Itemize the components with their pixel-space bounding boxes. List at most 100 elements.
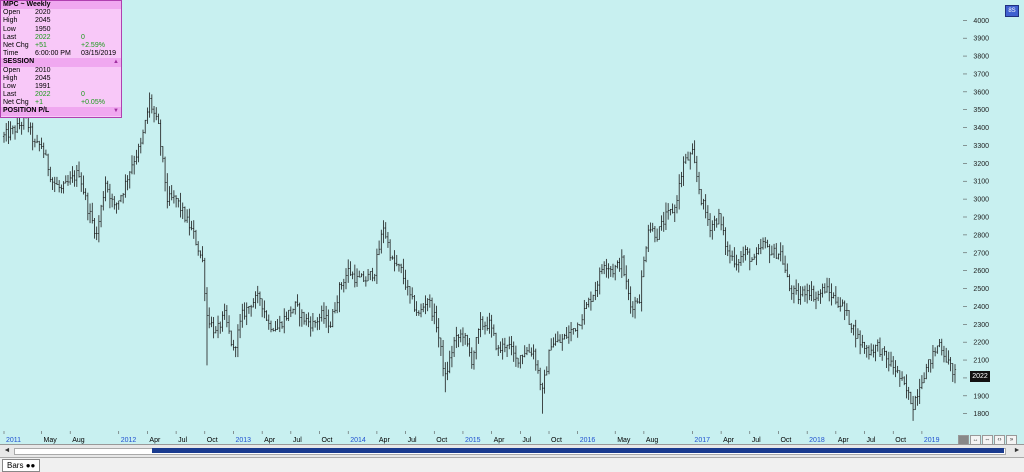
ohlc-bar (889, 351, 893, 367)
ohlc-bar (574, 328, 577, 332)
link-icon: ●● (25, 461, 36, 470)
session-label: Net Chg (3, 99, 29, 107)
ohlc-bar (896, 365, 899, 374)
ohlc-bar (697, 171, 701, 195)
ohlc-bar (139, 137, 142, 154)
ohlc-bar (598, 267, 601, 295)
session-row: Low 1991 (1, 83, 121, 91)
quote-label: Open (3, 9, 21, 17)
price-chart[interactable]: 1800190020002100220023002400250026002700… (0, 0, 1024, 471)
ohlc-bar (375, 248, 378, 284)
ohlc-bar (148, 92, 151, 118)
ohlc-bar (124, 174, 127, 198)
ohlc-bar (201, 246, 204, 263)
ohlc-bar (340, 282, 343, 290)
quote-row: High 2045 (1, 17, 121, 25)
ohlc-bar (366, 268, 370, 282)
ohlc-bar (73, 170, 76, 187)
ohlc-bar (622, 255, 626, 277)
ohlc-bar (726, 241, 729, 257)
ohlc-bar (706, 205, 709, 226)
ohlc-bar (945, 347, 948, 363)
ohlc-bar (545, 366, 548, 376)
ohlc-bar (382, 220, 385, 244)
ohlc-bar (7, 121, 10, 145)
ohlc-bar (733, 247, 736, 268)
ohlc-bar (453, 336, 456, 357)
ohlc-bar (953, 364, 957, 384)
ohlc-bar (578, 324, 581, 326)
ohlc-bar (651, 222, 654, 232)
ohlc-bar (583, 299, 586, 325)
ohlc-bar (9, 121, 12, 141)
ohlc-bar (113, 196, 116, 210)
ohlc-bar (887, 351, 890, 372)
ohlc-bar (104, 176, 107, 202)
ohlc-bar (216, 315, 220, 339)
expand-arrow-icon[interactable]: ▼ (113, 107, 119, 115)
ohlc-bar (814, 291, 818, 310)
x-month-label: Oct (436, 437, 447, 444)
ohlc-bar (534, 348, 537, 371)
ohlc-bar (245, 302, 248, 326)
ohlc-bar (71, 166, 74, 183)
ohlc-bar (64, 175, 67, 184)
y-tick-label: 2300 (973, 322, 989, 329)
ohlc-bar (241, 303, 244, 328)
ohlc-bar (629, 286, 632, 314)
ohlc-bar (450, 345, 454, 368)
quote-info-panel[interactable]: MPC ~ Weekly Open 2020 High 2045 Low 1950 Last… (0, 0, 122, 118)
ohlc-bar (684, 153, 687, 164)
x-month-label: Aug (72, 437, 85, 444)
ohlc-bar (508, 336, 511, 350)
ohlc-bar (627, 278, 630, 301)
ohlc-bar (102, 191, 105, 211)
session-value: 2022 (35, 91, 51, 99)
quote-label: Last (3, 33, 17, 41)
ohlc-bar (678, 174, 681, 210)
ohlc-bar (852, 324, 855, 336)
ohlc-bar (614, 264, 617, 281)
time-scrollbar[interactable]: ◄ ► (0, 444, 1024, 457)
ohlc-bar (691, 143, 694, 155)
ohlc-bar (821, 283, 824, 298)
ohlc-bar (430, 297, 434, 322)
ohlc-bar (870, 343, 873, 356)
ohlc-bar (258, 291, 262, 306)
y-tick-label: 2800 (973, 232, 989, 239)
tab-bars[interactable]: Bars ●● (2, 459, 41, 472)
ohlc-bar (761, 237, 765, 250)
y-tick-label: 2200 (973, 340, 989, 347)
x-month-label: Apr (494, 437, 506, 444)
ohlc-bar (294, 301, 297, 315)
ohlc-bar (276, 319, 279, 330)
ohlc-bar (179, 192, 182, 218)
ohlc-bar (86, 192, 89, 221)
last-price-tag: 2022 (970, 371, 990, 382)
session-label: Low (3, 82, 16, 90)
ohlc-bar (395, 254, 398, 267)
x-year-label: 2016 (580, 437, 596, 444)
ohlc-bar (291, 308, 295, 314)
ohlc-bar (825, 277, 829, 293)
collapse-arrow-icon[interactable]: ▲ (113, 58, 119, 66)
ohlc-bar (400, 263, 403, 274)
ohlc-bar (397, 263, 401, 272)
quote-value: 2045 (35, 17, 51, 25)
ohlc-bar (770, 245, 773, 256)
ohlc-bar (766, 239, 769, 248)
ohlc-bar (795, 279, 798, 295)
ohlc-bar (300, 309, 303, 327)
scroll-left-icon[interactable]: ◄ (2, 446, 12, 455)
study-legend-icon[interactable]: 8S (1005, 5, 1019, 17)
ohlc-bar (845, 303, 848, 316)
ohlc-bar (415, 301, 418, 316)
ohlc-bar (393, 250, 396, 272)
ohlc-bar (256, 285, 259, 304)
quote-value-2: +2.59% (81, 41, 105, 49)
ohlc-bar (916, 389, 919, 406)
scroll-right-icon[interactable]: ► (1012, 446, 1022, 455)
y-tick-label: 3800 (973, 54, 989, 61)
ohlc-bar (554, 333, 557, 346)
scroll-thumb[interactable] (152, 448, 1004, 453)
